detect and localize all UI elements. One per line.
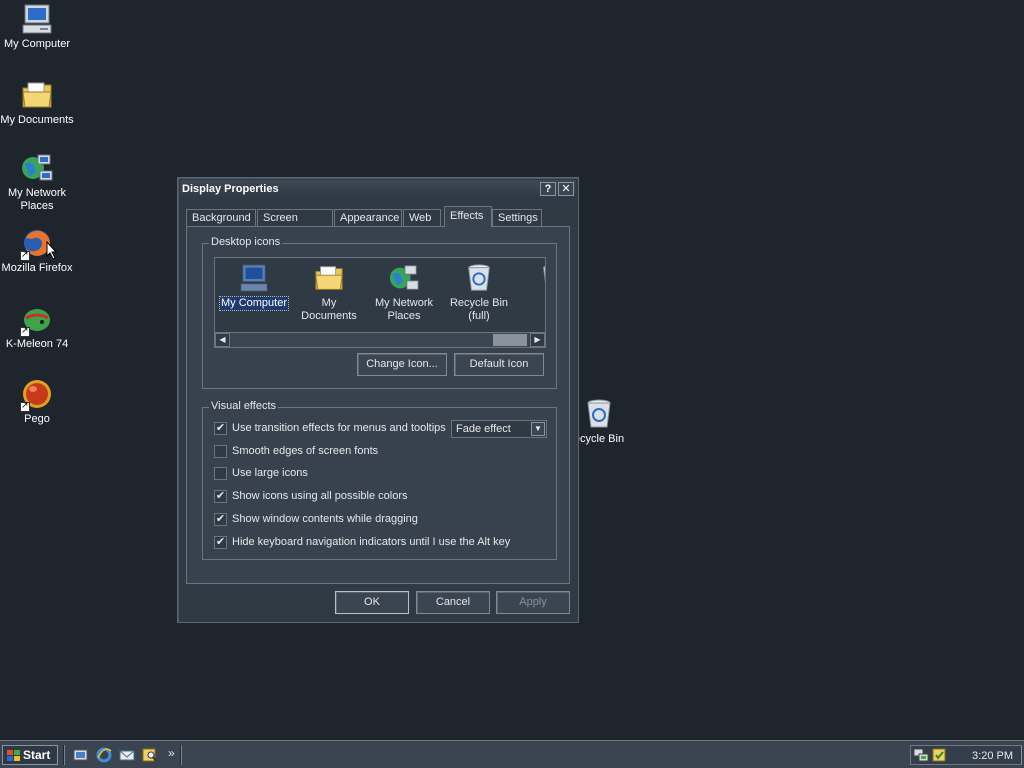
show-desktop-icon[interactable]: [73, 747, 89, 763]
desktop-icon-network-places[interactable]: My Network Places: [0, 151, 74, 213]
option-label: Show icons using all possible colors: [232, 490, 408, 502]
recycle-bin-empty-icon: [538, 262, 545, 294]
list-item-my-computer[interactable]: My Computer: [217, 262, 291, 311]
checkbox-window-contents-dragging[interactable]: ✔: [214, 513, 227, 526]
desktop-icon-label: My Documents: [0, 114, 74, 126]
desktop-icon-label-line1: My Network: [7, 187, 67, 199]
desktop-icon-label-line2: Places: [20, 200, 54, 212]
list-item-network-places[interactable]: My Network Places: [367, 262, 441, 323]
group-label: Visual effects: [209, 400, 279, 412]
desktop-icons-group: Desktop icons My Computer My Documents M…: [202, 236, 557, 389]
my-computer-icon: [238, 262, 270, 294]
close-button[interactable]: ✕: [558, 182, 574, 196]
scroll-left-icon[interactable]: ◀: [215, 333, 230, 347]
tab-web[interactable]: Web: [403, 209, 441, 227]
option-label: Hide keyboard navigation indicators unti…: [232, 536, 511, 548]
select-value: Fade effect: [456, 423, 511, 435]
list-item-label: My Computer: [218, 296, 290, 311]
ie-icon[interactable]: [96, 747, 112, 763]
group-label: Desktop icons: [209, 236, 283, 248]
network-tray-icon[interactable]: [913, 747, 929, 766]
tab-screen-saver[interactable]: Screen Saver: [257, 209, 333, 240]
checkbox-hide-keyboard-indicators[interactable]: ✔: [214, 536, 227, 549]
visual-effects-group: Visual effects ✔ Use transition effects …: [202, 400, 557, 560]
desktop-icon-label: K-Meleon 74: [5, 338, 69, 350]
taskbar: Start » 3:20 PM: [0, 740, 1024, 768]
option-label: Smooth edges of screen fonts: [232, 445, 379, 457]
k-meleon-icon: [20, 302, 54, 337]
tab-settings[interactable]: Settings: [492, 209, 542, 227]
my-computer-icon: [20, 2, 54, 36]
system-tray: 3:20 PM: [910, 745, 1022, 765]
list-item-label: My Documents: [301, 297, 357, 322]
security-tray-icon[interactable]: [931, 747, 947, 766]
change-icon-button[interactable]: Change Icon...: [357, 353, 447, 376]
start-label: Start: [23, 748, 51, 762]
checkbox-transition-effects[interactable]: ✔: [214, 422, 227, 435]
taskbar-divider: [63, 745, 65, 765]
desktop-icon-my-documents[interactable]: My Documents: [0, 78, 74, 127]
tab-effects[interactable]: Effects: [444, 206, 492, 227]
recycle-bin-full-icon: [463, 262, 495, 294]
option-label: Use transition effects for menus and too…: [232, 422, 446, 434]
ok-button[interactable]: OK: [335, 591, 409, 614]
clock[interactable]: 3:20 PM: [972, 750, 1013, 762]
scroll-right-icon[interactable]: ▶: [530, 333, 545, 347]
network-places-icon: [20, 151, 54, 185]
tab-background[interactable]: Background: [186, 209, 256, 227]
recycle-bin-icon: [582, 397, 616, 431]
shortcut-arrow-icon: [20, 400, 30, 412]
desktop-icon-firefox[interactable]: Mozilla Firefox: [0, 226, 74, 275]
start-button[interactable]: Start: [2, 745, 58, 765]
apply-button[interactable]: Apply: [496, 591, 570, 614]
desktop-icon-k-meleon[interactable]: K-Meleon 74: [0, 302, 74, 351]
quick-launch-chevron[interactable]: »: [168, 746, 175, 760]
transition-effect-select[interactable]: Fade effect ▼: [451, 420, 547, 438]
list-item-my-documents[interactable]: My Documents: [292, 262, 366, 323]
cancel-button[interactable]: Cancel: [416, 591, 490, 614]
list-item-label-line1: Recycle Bin: [449, 297, 509, 309]
windows-logo-icon: [7, 749, 20, 761]
checkbox-large-icons[interactable]: [214, 467, 227, 480]
desktop-icon-label: Pego: [24, 413, 50, 425]
window-title: Display Properties: [182, 183, 279, 195]
desktop-icons-list[interactable]: My Computer My Documents My Network Plac…: [214, 257, 546, 348]
desktop-icon-pego[interactable]: Pego: [0, 377, 74, 426]
network-places-icon: [388, 262, 420, 294]
effects-tab-panel: Desktop icons My Computer My Documents M…: [186, 226, 570, 584]
desktop-icon-label: My Computer: [3, 38, 71, 50]
search-icon[interactable]: [142, 747, 158, 763]
pego-icon: [20, 377, 54, 412]
list-item-label-line2: (e: [517, 310, 545, 323]
chevron-down-icon[interactable]: ▼: [531, 422, 545, 436]
list-item-label-line1: Rec: [517, 297, 545, 310]
list-item-label-line2: (full): [468, 310, 490, 322]
option-label: Show window contents while dragging: [232, 513, 418, 525]
horizontal-scrollbar[interactable]: ◀ ▶: [215, 332, 545, 347]
help-button[interactable]: ?: [540, 182, 556, 196]
my-documents-icon: [313, 262, 345, 294]
display-properties-window: Display Properties ? ✕ Background Screen…: [177, 177, 579, 623]
my-documents-icon: [20, 78, 54, 112]
checkbox-smooth-edges[interactable]: [214, 445, 227, 458]
list-item-recycle-bin-empty[interactable]: Rec (e: [517, 262, 545, 323]
list-item-label-line1: My Network: [374, 297, 434, 309]
taskbar-divider: [180, 745, 182, 765]
shortcut-arrow-icon: [20, 325, 30, 337]
option-label: Use large icons: [232, 467, 308, 479]
default-icon-button[interactable]: Default Icon: [454, 353, 544, 376]
scrollbar-thumb[interactable]: [493, 334, 527, 346]
mouse-cursor-icon: [46, 240, 58, 263]
desktop-icon-my-computer[interactable]: My Computer: [0, 2, 74, 51]
outlook-icon[interactable]: [119, 747, 135, 763]
desktop-icon-label: Mozilla Firefox: [1, 262, 73, 274]
shortcut-arrow-icon: [20, 249, 30, 261]
list-item-label-line2: Places: [387, 310, 421, 322]
list-item-recycle-bin-full[interactable]: Recycle Bin (full): [442, 262, 516, 323]
title-bar[interactable]: Display Properties ? ✕: [180, 180, 576, 199]
checkbox-all-colors[interactable]: ✔: [214, 490, 227, 503]
tab-appearance[interactable]: Appearance: [334, 209, 402, 227]
